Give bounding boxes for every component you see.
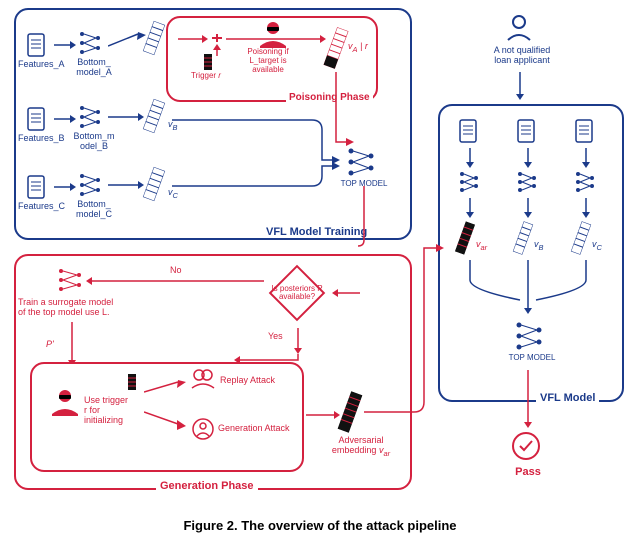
va-r-label: vA | r	[348, 42, 368, 54]
arrow-right-icon	[54, 114, 76, 124]
var-right-label: var	[476, 240, 487, 252]
person-icon	[504, 12, 534, 42]
model-icon	[458, 170, 480, 194]
applicant-label: A not qualified loan applicant	[476, 46, 568, 66]
vfl-training-caption: VFL Model Training	[262, 226, 371, 238]
doc-icon	[458, 118, 480, 144]
features-a-label: Features_A	[18, 60, 58, 70]
doc-icon	[574, 118, 596, 144]
concat-icon	[210, 32, 224, 44]
model-icon	[516, 170, 538, 194]
attacker-icon	[48, 388, 82, 416]
arrow-right-icon	[54, 40, 76, 50]
arrow-right-icon	[108, 32, 148, 52]
top-model-icon	[346, 146, 376, 178]
figure-caption: Figure 2. The overview of the attack pip…	[110, 518, 530, 533]
model-icon	[78, 172, 102, 198]
use-trigger-text: Use trigger r for initializing	[84, 396, 140, 426]
model-icon	[574, 170, 596, 194]
top-model-right-label: TOP MODEL	[504, 354, 560, 363]
decision-diamond: Is posteriors P available?	[256, 252, 338, 334]
vb-label: vB	[168, 120, 178, 132]
arrow-right-icon	[54, 182, 76, 192]
pass-check-icon	[512, 432, 540, 460]
trigger-embedding-icon	[128, 374, 136, 390]
model-icon	[78, 30, 102, 56]
posterior-prime: P'	[46, 340, 54, 350]
pass-label: Pass	[510, 466, 546, 478]
diamond-text: Is posteriors P available?	[256, 252, 338, 334]
replay-attack-label: Replay Attack	[220, 376, 292, 386]
vc-right-label: vC	[592, 240, 602, 252]
adv-embedding-label: Adversarialembedding var	[318, 436, 404, 458]
doc-icon	[516, 118, 538, 144]
features-c-label: Features_C	[18, 202, 58, 212]
decision-no: No	[170, 266, 182, 276]
top-model-label: TOP MODEL	[336, 180, 392, 189]
vb-right-label: vB	[534, 240, 544, 252]
attacker-icon	[256, 20, 290, 48]
model-icon	[78, 104, 102, 130]
generation-caption: Generation Phase	[156, 480, 258, 492]
surrogate-model-icon	[56, 266, 84, 294]
doc-icon	[26, 174, 48, 200]
trigger-label: Trigger r	[176, 72, 236, 81]
surrogate-text: Train a surrogate model of the top model…	[18, 298, 148, 318]
arrow-down-icon	[516, 72, 524, 100]
bottom-a-label: Bottom_ model_A	[70, 58, 118, 78]
arrow-right-icon	[108, 180, 144, 190]
replay-attack-icon	[190, 368, 216, 390]
poisoning-caption: Poisoning Phase	[286, 92, 373, 103]
doc-icon	[26, 32, 48, 58]
features-b-label: Features_B	[18, 134, 58, 144]
decision-yes: Yes	[268, 332, 283, 342]
generation-attack-label: Generation Attack	[218, 424, 304, 434]
generation-attack-icon	[192, 418, 214, 440]
trigger-embedding-icon	[204, 54, 212, 70]
bottom-c-label: Bottom_ model_C	[70, 200, 118, 220]
arrow-right-icon	[108, 112, 144, 122]
vfl-model-caption: VFL Model	[536, 392, 599, 404]
top-model-icon	[514, 320, 544, 352]
bottom-b-label: Bottom_m odel_B	[70, 132, 118, 152]
doc-icon	[26, 106, 48, 132]
poison-cond-label: Poisoning if L_target is available	[232, 48, 304, 74]
vc-label: vC	[168, 188, 178, 200]
